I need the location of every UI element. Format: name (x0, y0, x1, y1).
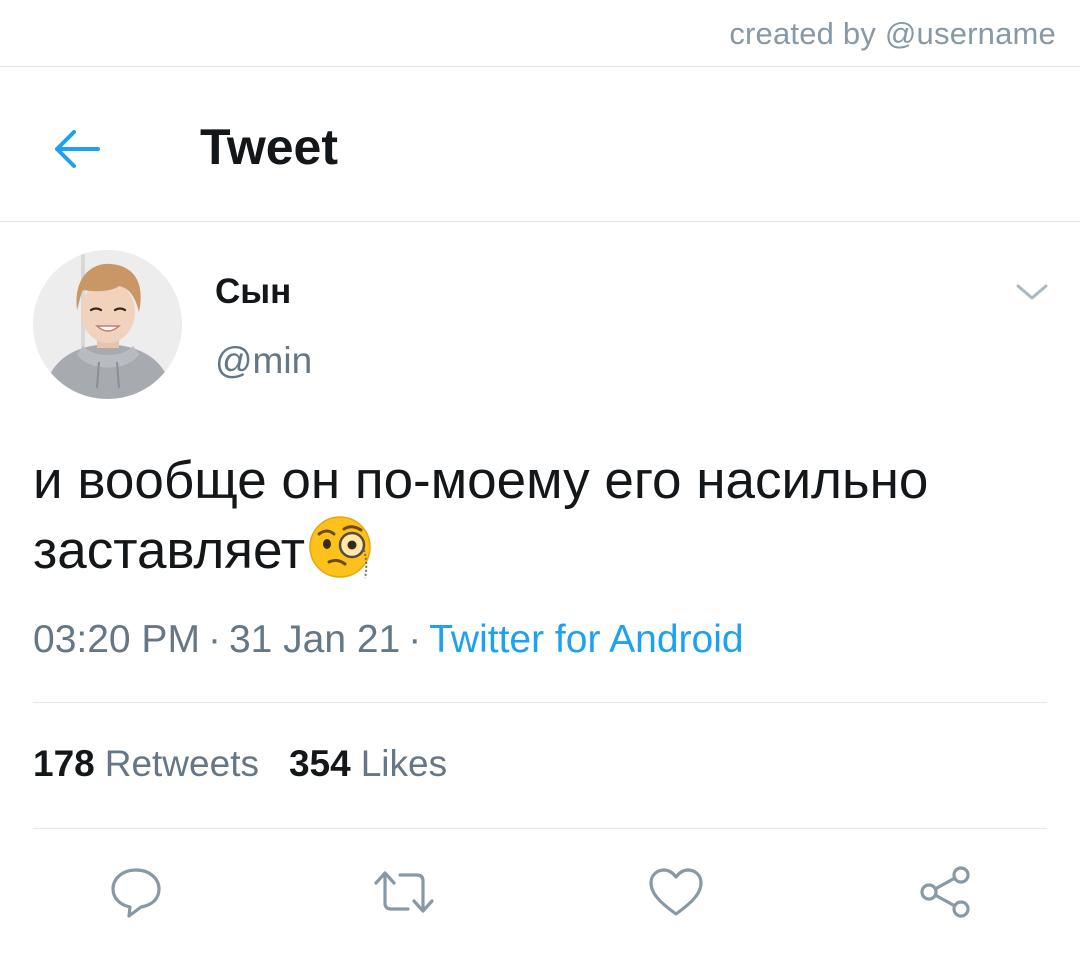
tweet-stats: 178 Retweets 354 Likes (33, 743, 447, 785)
back-button[interactable] (48, 120, 106, 178)
likes-count: 354 (288, 743, 351, 784)
tweet-options-button[interactable] (1010, 275, 1054, 309)
retweet-button[interactable] (372, 860, 436, 924)
meta-separator: · (207, 618, 221, 661)
reply-button[interactable] (104, 860, 168, 924)
tweet-text: и вообще он по-моему его насильно застав… (33, 448, 1033, 584)
stats-divider (33, 828, 1047, 829)
tweet-source-link[interactable]: Twitter for Android (429, 618, 743, 661)
share-icon (920, 866, 970, 918)
heart-icon (649, 868, 703, 916)
arrow-left-icon (55, 130, 100, 168)
avatar[interactable] (33, 250, 182, 399)
tweet-text-content: и вообще он по-моему его насильно застав… (33, 451, 929, 580)
share-button[interactable] (913, 860, 977, 924)
chevron-down-icon (1016, 284, 1048, 300)
top-divider (0, 66, 1080, 67)
tweet-time: 03:20 PM (33, 618, 200, 661)
reply-icon (111, 868, 161, 918)
author-handle[interactable]: @min (215, 340, 312, 382)
author-display-name[interactable]: Сын (215, 272, 291, 312)
likes-label: Likes (360, 743, 448, 784)
retweets-stat[interactable]: 178 Retweets (33, 743, 259, 785)
page-title: Tweet (200, 119, 338, 175)
likes-stat[interactable]: 354 Likes (289, 743, 447, 785)
monocle-face-emoji (307, 514, 373, 580)
tweet-meta: 03:20 PM · 31 Jan 21 · Twitter for Android (33, 618, 744, 662)
retweets-label: Retweets (104, 743, 259, 784)
like-button[interactable] (644, 860, 708, 924)
creator-credit: created by @username (729, 16, 1056, 51)
retweets-count: 178 (33, 743, 95, 784)
tweet-date: 31 Jan 21 (228, 618, 401, 661)
header-divider (0, 221, 1080, 222)
avatar-photo (33, 250, 182, 399)
meta-separator: · (408, 618, 422, 661)
meta-divider (33, 702, 1047, 703)
retweet-icon (374, 871, 434, 913)
